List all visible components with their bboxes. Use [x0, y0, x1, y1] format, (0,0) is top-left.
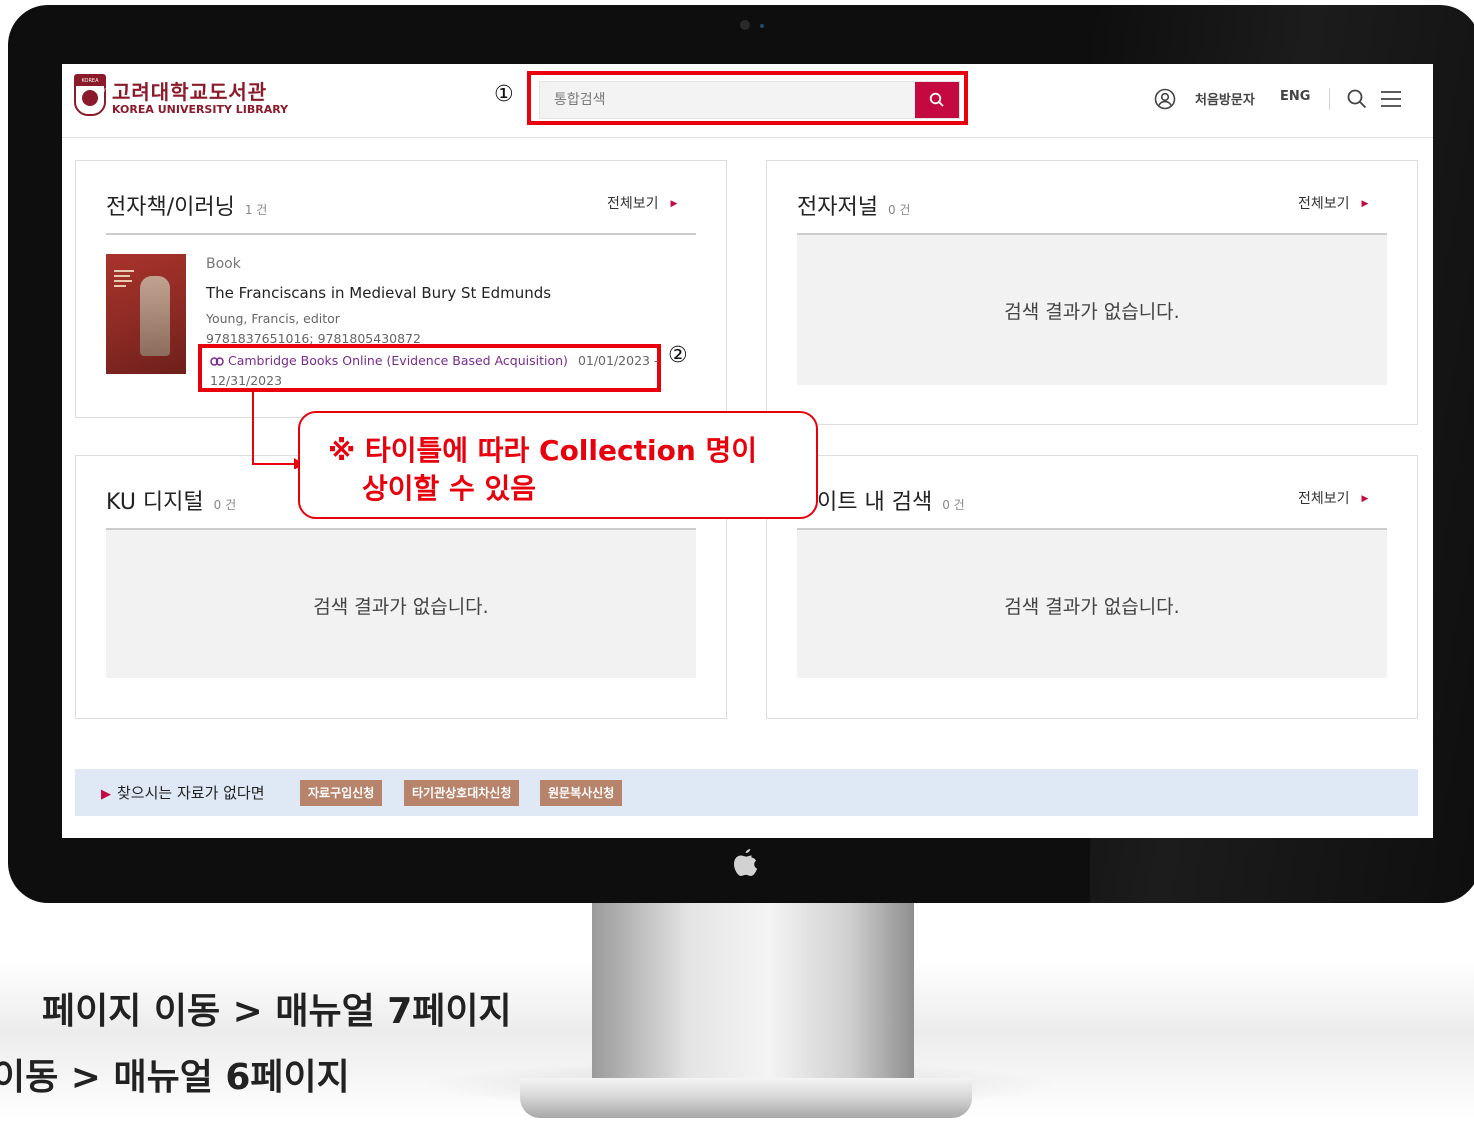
card-divider	[106, 233, 696, 235]
cover-art	[114, 270, 134, 296]
library-name-ko[interactable]: 고려대학교도서관	[112, 76, 267, 105]
header-divider	[1329, 88, 1330, 110]
first-visitor-link[interactable]: 처음방문자	[1195, 89, 1255, 108]
bottom-instruction-1: 페이지 이동 > 매뉴얼 7페이지	[42, 991, 512, 1032]
request-bar: ▶ 찾으시는 자료가 없다면 자료구입신청 타기관상호대차신청 원문복사신청	[75, 769, 1418, 816]
coverage-start: 01/01/2023 -	[577, 353, 659, 368]
annotation-marker-2: ②	[668, 343, 688, 368]
annotation-marker-1: ①	[494, 82, 514, 107]
browser-screen: KOREA UNIVERSITY 고려대학교도서관 KOREA UNIVERSI…	[62, 64, 1433, 838]
empty-results: 검색 결과가 없습니다.	[797, 530, 1387, 678]
result-count: 0 건	[942, 498, 965, 512]
card-title: 전자책/이러닝 1 건	[106, 195, 268, 220]
language-toggle[interactable]: ENG	[1280, 89, 1310, 104]
callout-line-2: 상이할 수 있음	[362, 472, 537, 505]
interlibrary-loan-button[interactable]: 타기관상호대차신청	[404, 780, 520, 806]
result-count: 0 건	[213, 498, 237, 512]
card-title: 전자저널 0 건	[797, 195, 911, 220]
ejournal-card: 전자저널 0 건 전체보기 ▶ 검색 결과가 없습니다.	[766, 160, 1418, 425]
site-search-card: 이트 내 검색 0 건 전체보기 ▶ 검색 결과가 없습니다.	[766, 455, 1418, 719]
apple-logo-icon	[726, 846, 766, 886]
card-title: KU 디지털 0 건	[106, 490, 237, 515]
book-cover-image[interactable]	[106, 254, 186, 374]
monitor-base	[520, 1078, 972, 1118]
empty-results: 검색 결과가 없습니다.	[106, 530, 696, 678]
collection-highlight-box: Cambridge Books Online (Evidence Based A…	[198, 344, 661, 392]
cover-figure	[140, 276, 170, 356]
callout-line-1: ※ 타이틀에 따라 Collection 명이	[328, 434, 758, 467]
caret-right-icon: ▶	[1361, 199, 1369, 209]
monitor-stand	[592, 890, 914, 1090]
search-input[interactable]	[540, 82, 916, 118]
view-all-link[interactable]: 전체보기 ▶	[607, 193, 677, 213]
caret-right-icon: ▶	[670, 199, 678, 209]
emblem-crest	[82, 90, 98, 106]
bottom-instruction-2: 이동 > 매뉴얼 6페이지	[0, 1057, 350, 1098]
empty-message: 검색 결과가 없습니다.	[1004, 301, 1180, 323]
card-title: 이트 내 검색 0 건	[817, 490, 965, 515]
ebook-card: 전자책/이러닝 1 건 전체보기 ▶ Book The Franciscans in…	[75, 160, 727, 418]
triangle-right-icon: ▶	[101, 787, 111, 802]
search-icon	[929, 92, 944, 107]
empty-message: 검색 결과가 없습니다.	[1004, 596, 1180, 618]
header-search-icon[interactable]	[1346, 88, 1368, 110]
empty-message: 검색 결과가 없습니다.	[313, 596, 489, 618]
document-delivery-button[interactable]: 원문복사신청	[540, 780, 623, 806]
collection-link[interactable]: Cambridge Books Online (Evidence Based A…	[210, 353, 658, 368]
coverage-end: 12/31/2023	[210, 373, 283, 388]
purchase-request-button[interactable]: 자료구입신청	[300, 780, 383, 806]
empty-results: 검색 결과가 없습니다.	[797, 235, 1387, 385]
view-all-link[interactable]: 전체보기 ▶	[1298, 488, 1368, 508]
annotation-callout: ※ 타이틀에 따라 Collection 명이 상이할 수 있음	[298, 411, 818, 519]
view-all-link[interactable]: 전체보기 ▶	[1298, 193, 1368, 213]
book-title-link[interactable]: The Franciscans in Medieval Bury St Edmu…	[206, 284, 551, 302]
request-label: ▶ 찾으시는 자료가 없다면	[101, 784, 265, 802]
library-name-en[interactable]: KOREA UNIVERSITY LIBRARY	[112, 103, 288, 116]
slide: KOREA UNIVERSITY 고려대학교도서관 KOREA UNIVERSI…	[0, 0, 1474, 1122]
hamburger-menu-icon[interactable]	[1380, 90, 1402, 108]
search-button[interactable]	[915, 82, 959, 118]
user-icon[interactable]	[1154, 88, 1176, 110]
material-type: Book	[206, 256, 241, 272]
caret-right-icon: ▶	[1361, 494, 1369, 504]
integrated-search	[539, 81, 960, 119]
camera-light	[760, 24, 764, 28]
link-icon	[210, 357, 224, 366]
collection-name: Cambridge Books Online (Evidence Based A…	[227, 353, 568, 368]
search-highlight-box	[527, 71, 968, 125]
camera	[740, 20, 750, 30]
site-header: KOREA UNIVERSITY 고려대학교도서관 KOREA UNIVERSI…	[62, 64, 1433, 138]
university-emblem-icon: KOREA UNIVERSITY	[74, 74, 106, 116]
result-count: 1 건	[244, 203, 268, 217]
result-count: 0 건	[887, 203, 911, 217]
book-author: Young, Francis, editor	[206, 311, 340, 326]
